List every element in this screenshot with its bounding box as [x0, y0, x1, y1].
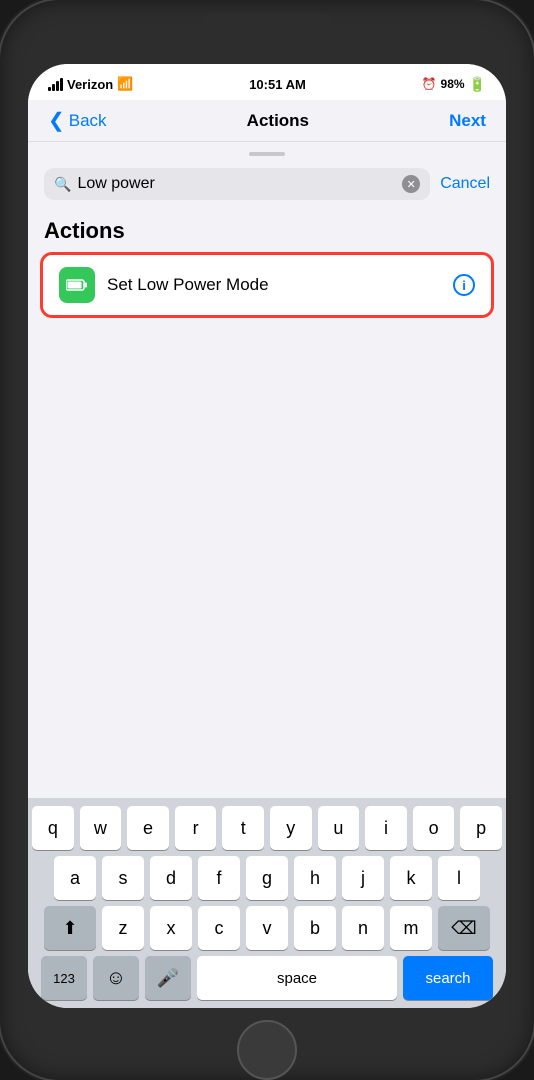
phone-frame: Verizon 📶 10:51 AM ⏰ 98% 🔋 ❮ Back Action…: [0, 0, 534, 1080]
microphone-icon: 🎤: [157, 968, 179, 989]
back-button[interactable]: ❮ Back: [48, 108, 107, 133]
space-key[interactable]: space: [197, 956, 397, 1000]
next-button[interactable]: Next: [449, 111, 486, 131]
action-item-low-power[interactable]: Set Low Power Mode i: [40, 252, 494, 318]
phone-notch: [202, 14, 332, 32]
key-e[interactable]: e: [127, 806, 169, 850]
cancel-button[interactable]: Cancel: [440, 175, 490, 193]
sheet-handle: [249, 152, 285, 156]
key-h[interactable]: h: [294, 856, 336, 900]
battery-icon: 🔋: [469, 76, 486, 93]
page-title: Actions: [247, 111, 309, 131]
info-button[interactable]: i: [453, 274, 475, 296]
back-label: Back: [69, 111, 107, 131]
keyboard-row-4: 123 ☺ 🎤 space search: [32, 956, 502, 1000]
shift-icon: ⬆: [62, 918, 77, 939]
status-time: 10:51 AM: [249, 77, 306, 92]
key-c[interactable]: c: [198, 906, 240, 950]
clear-search-button[interactable]: ✕: [402, 175, 420, 193]
microphone-key[interactable]: 🎤: [145, 956, 191, 1000]
key-w[interactable]: w: [80, 806, 122, 850]
key-b[interactable]: b: [294, 906, 336, 950]
action-icon: [59, 267, 95, 303]
key-l[interactable]: l: [438, 856, 480, 900]
key-z[interactable]: z: [102, 906, 144, 950]
key-k[interactable]: k: [390, 856, 432, 900]
delete-key[interactable]: ⌫: [438, 906, 490, 950]
search-key[interactable]: search: [403, 956, 493, 1000]
wifi-icon: 📶: [117, 76, 133, 92]
key-i[interactable]: i: [365, 806, 407, 850]
search-icon: 🔍: [54, 176, 71, 193]
key-o[interactable]: o: [413, 806, 455, 850]
keyboard-row-3: ⬆ z x c v b n m ⌫: [32, 906, 502, 950]
alarm-icon: ⏰: [422, 77, 437, 91]
action-label: Set Low Power Mode: [107, 275, 453, 295]
keyboard: q w e r t y u i o p a s d f g h j: [28, 798, 506, 1008]
status-bar: Verizon 📶 10:51 AM ⏰ 98% 🔋: [28, 64, 506, 100]
key-d[interactable]: d: [150, 856, 192, 900]
key-s[interactable]: s: [102, 856, 144, 900]
search-bar[interactable]: 🔍 Low power ✕: [44, 168, 430, 200]
phone-screen: Verizon 📶 10:51 AM ⏰ 98% 🔋 ❮ Back Action…: [28, 64, 506, 1008]
numbers-key[interactable]: 123: [41, 956, 87, 1000]
keyboard-row-2: a s d f g h j k l: [32, 856, 502, 900]
section-header: Actions: [28, 204, 506, 252]
search-input[interactable]: Low power: [77, 175, 396, 193]
keyboard-row-1: q w e r t y u i o p: [32, 806, 502, 850]
delete-icon: ⌫: [451, 918, 476, 939]
key-g[interactable]: g: [246, 856, 288, 900]
status-right: ⏰ 98% 🔋: [422, 76, 486, 93]
status-left: Verizon 📶: [48, 76, 133, 92]
key-p[interactable]: p: [460, 806, 502, 850]
content-area: Actions Set Low Power Mode i: [28, 204, 506, 798]
key-t[interactable]: t: [222, 806, 264, 850]
key-f[interactable]: f: [198, 856, 240, 900]
key-v[interactable]: v: [246, 906, 288, 950]
signal-icon: [48, 78, 63, 91]
key-m[interactable]: m: [390, 906, 432, 950]
shift-key[interactable]: ⬆: [44, 906, 96, 950]
key-y[interactable]: y: [270, 806, 312, 850]
key-x[interactable]: x: [150, 906, 192, 950]
key-j[interactable]: j: [342, 856, 384, 900]
key-r[interactable]: r: [175, 806, 217, 850]
home-button[interactable]: [237, 1020, 297, 1080]
key-a[interactable]: a: [54, 856, 96, 900]
carrier-label: Verizon: [67, 77, 113, 92]
search-container: 🔍 Low power ✕ Cancel: [28, 164, 506, 204]
chevron-left-icon: ❮: [48, 108, 65, 133]
key-n[interactable]: n: [342, 906, 384, 950]
navigation-bar: ❮ Back Actions Next: [28, 100, 506, 142]
battery-label: 98%: [441, 77, 465, 91]
key-u[interactable]: u: [318, 806, 360, 850]
emoji-key[interactable]: ☺: [93, 956, 139, 1000]
battery-icon: [66, 279, 88, 291]
key-q[interactable]: q: [32, 806, 74, 850]
